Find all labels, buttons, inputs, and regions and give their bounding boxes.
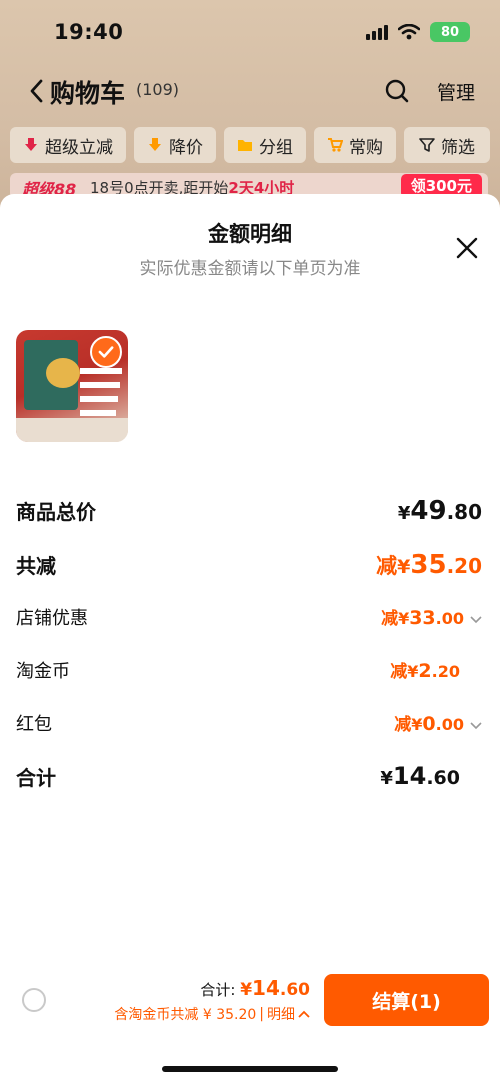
value-decimal: .20 xyxy=(446,554,482,578)
back-arrow-icon[interactable] xyxy=(26,78,48,104)
row-total-reduction: 共减 减 ¥35.20 xyxy=(16,550,482,582)
home-indicator xyxy=(162,1066,338,1072)
reduce-prefix: 减 xyxy=(376,554,398,578)
detail-label: 明细 xyxy=(267,1007,295,1023)
reduce-prefix: 减 xyxy=(381,609,399,629)
value-integer: 14 xyxy=(392,762,427,790)
value-decimal: .00 xyxy=(435,609,464,628)
currency: ¥ xyxy=(380,768,393,789)
filter-group[interactable]: 分组 xyxy=(224,127,306,163)
amount-detail-sheet: 金额明细 实际优惠金额请以下单页为准 商品总价 ¥49.80 共减 减 ¥35.2… xyxy=(0,194,500,1082)
total-label: 合计: xyxy=(200,981,236,999)
row-taojinbi: 淘金币 减 ¥2.20 xyxy=(16,657,482,689)
total-decimal: .60 xyxy=(279,980,310,1000)
row-value: 减 ¥33.00 xyxy=(381,604,482,629)
currency: ¥ xyxy=(397,503,411,524)
value-integer: 0 xyxy=(422,713,436,735)
reduce-prefix: 减 xyxy=(390,662,408,682)
reduce-prefix: 减 xyxy=(394,715,412,735)
filter-label: 常购 xyxy=(349,137,383,158)
wifi-icon xyxy=(398,24,420,40)
total-summary: 合计: ¥14.60 含淘金币共减 ¥ 35.20 | 明细 xyxy=(114,976,310,1024)
row-value: ¥14.60 xyxy=(380,762,460,790)
select-all-checkbox[interactable] xyxy=(22,988,46,1012)
currency: ¥ xyxy=(398,609,410,628)
row-value: ¥49.80 xyxy=(398,496,482,526)
price-drop-icon xyxy=(149,138,161,151)
row-label: 共减 xyxy=(16,554,56,578)
value-integer: 2 xyxy=(418,660,432,682)
currency: ¥ xyxy=(397,556,411,578)
saved-text: 含淘金币共减 ¥ 35.20 xyxy=(114,1007,257,1023)
nav-bar: 购物车 (109) 管理 xyxy=(0,72,500,112)
row-label: 淘金币 xyxy=(16,661,70,682)
total-line: 合计: ¥14.60 xyxy=(114,976,310,1000)
folder-icon xyxy=(238,140,252,151)
total-amount: ¥14.60 xyxy=(240,976,310,1000)
currency: ¥ xyxy=(407,662,419,681)
value-integer: 33 xyxy=(409,607,436,629)
currency: ¥ xyxy=(411,715,423,734)
saved-line[interactable]: 含淘金币共减 ¥ 35.20 | 明细 xyxy=(114,1004,310,1024)
row-label: 合计 xyxy=(16,766,56,790)
search-icon[interactable] xyxy=(384,78,410,104)
chevron-down-icon xyxy=(470,616,482,624)
row-store-discount[interactable]: 店铺优惠 减 ¥33.00 xyxy=(16,604,482,636)
sheet-subtitle: 实际优惠金额请以下单页为准 xyxy=(139,259,361,279)
close-icon[interactable] xyxy=(455,236,479,260)
cart-icon xyxy=(328,138,343,152)
status-icons: 80 xyxy=(366,22,470,42)
row-value: 减 ¥35.20 xyxy=(376,550,482,580)
chevron-up-icon xyxy=(298,1010,310,1018)
sheet-title: 金额明细 xyxy=(208,222,292,246)
filter-super-discount[interactable]: 超级立减 xyxy=(10,127,126,163)
row-label: 商品总价 xyxy=(16,500,96,524)
filter-label: 筛选 xyxy=(441,137,475,158)
value-decimal: .60 xyxy=(426,767,460,789)
filter-screen[interactable]: 筛选 xyxy=(404,127,490,163)
row-value: 减 ¥0.00 xyxy=(394,710,482,735)
checkout-button[interactable]: 结算(1) xyxy=(324,974,489,1026)
separator: | xyxy=(259,1006,264,1022)
filter-row: 超级立减 降价 分组 常购 筛选 xyxy=(0,127,500,163)
manage-button[interactable]: 管理 xyxy=(437,78,475,105)
selected-check-icon xyxy=(90,336,122,368)
row-value: 减 ¥2.20 xyxy=(390,657,460,682)
filter-label: 超级立减 xyxy=(45,137,113,158)
value-decimal: .00 xyxy=(435,715,464,734)
cart-count: (109) xyxy=(136,80,180,99)
chevron-down-icon xyxy=(470,722,482,730)
row-grand-total: 合计 ¥14.60 xyxy=(16,762,482,794)
row-goods-total: 商品总价 ¥49.80 xyxy=(16,496,482,528)
value-decimal: .20 xyxy=(431,662,460,681)
value-integer: 49 xyxy=(410,496,447,526)
row-red-packet[interactable]: 红包 减 ¥0.00 xyxy=(16,710,482,742)
value-decimal: .80 xyxy=(446,500,482,524)
total-integer: 14 xyxy=(252,976,280,1000)
down-arrow-icon xyxy=(25,138,37,151)
value-integer: 35 xyxy=(410,550,447,580)
filter-label: 分组 xyxy=(259,137,293,158)
filter-frequent[interactable]: 常购 xyxy=(314,127,396,163)
status-time: 19:40 xyxy=(54,20,124,44)
filter-label: 降价 xyxy=(169,137,203,158)
filter-price-drop[interactable]: 降价 xyxy=(134,127,216,163)
battery-icon: 80 xyxy=(430,22,470,42)
total-currency: ¥ xyxy=(240,980,253,1000)
filter-icon xyxy=(419,138,435,152)
battery-level: 80 xyxy=(440,24,460,40)
signal-icon xyxy=(366,24,388,40)
row-label: 店铺优惠 xyxy=(16,608,88,629)
page-title: 购物车 xyxy=(50,79,126,108)
row-label: 红包 xyxy=(16,714,52,735)
